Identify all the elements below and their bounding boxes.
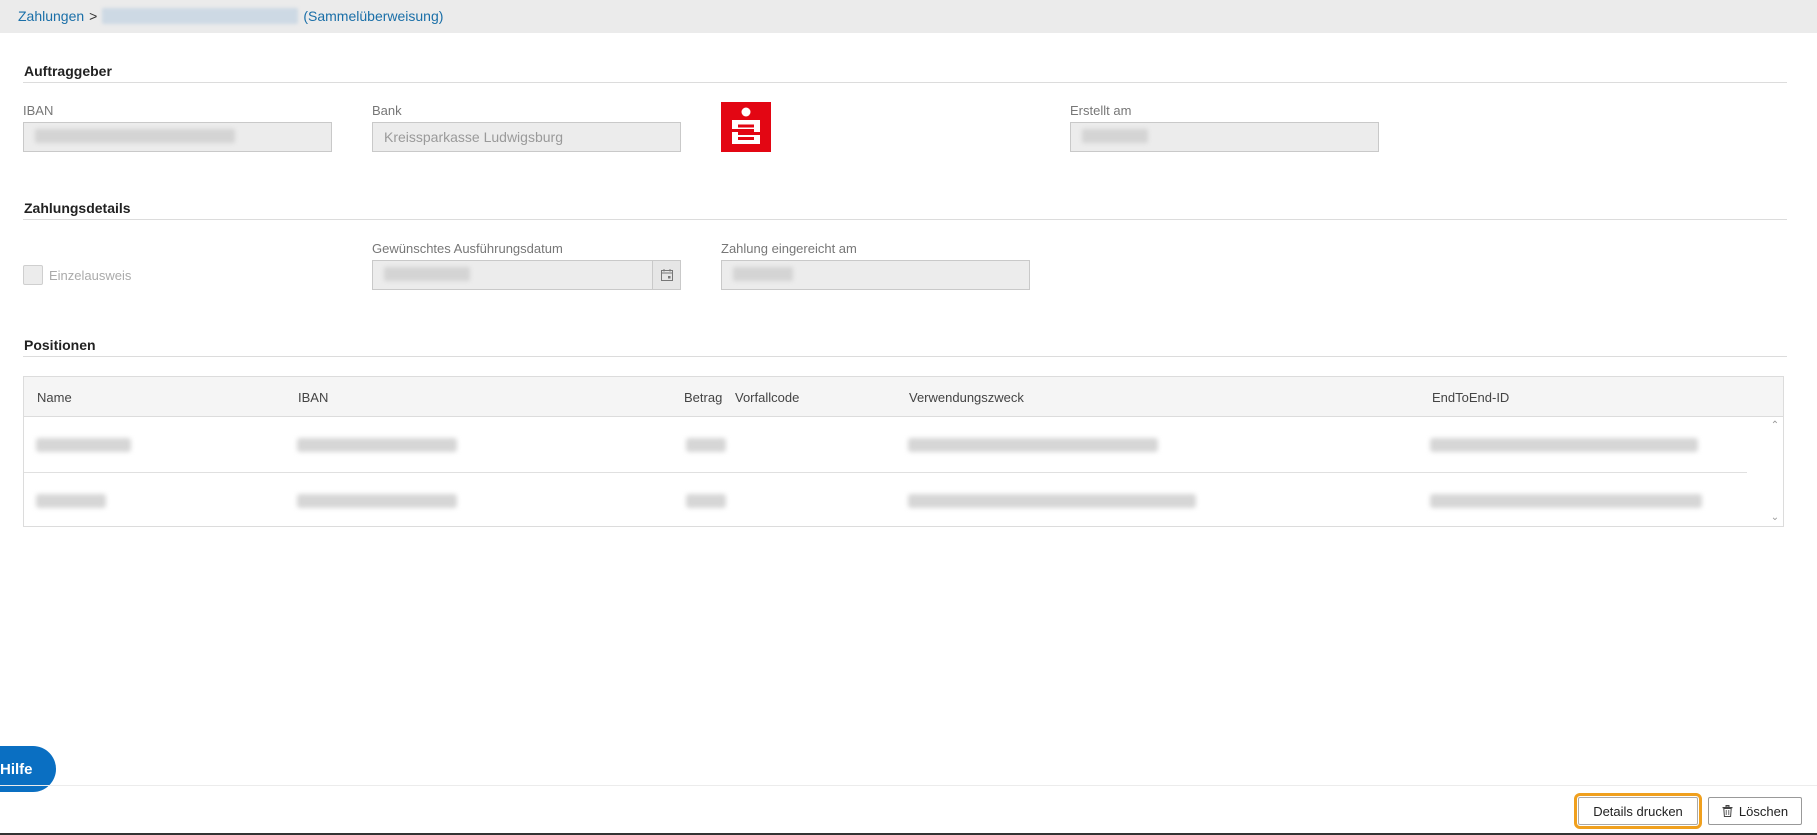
erstellt-value-redacted xyxy=(1082,129,1148,143)
cell-betrag-redacted xyxy=(686,494,726,508)
ausfuehrungsdatum-value-redacted xyxy=(384,267,470,281)
cell-name-redacted xyxy=(36,494,106,508)
cell-verwendungszweck-redacted xyxy=(908,438,1158,452)
breadcrumb-separator: > xyxy=(89,8,98,24)
einzelausweis-checkbox[interactable] xyxy=(23,265,43,285)
positionen-table: Name IBAN Betrag Vorfallcode Verwendungs… xyxy=(23,376,1784,527)
cell-verwendungszweck-redacted xyxy=(908,494,1196,508)
erstellt-field xyxy=(1070,122,1379,152)
section-divider xyxy=(23,356,1787,357)
erstellt-label: Erstellt am xyxy=(1070,103,1132,118)
column-header-betrag[interactable]: Betrag xyxy=(684,390,722,405)
iban-value-redacted xyxy=(35,129,235,143)
scroll-down-icon[interactable]: ⌄ xyxy=(1769,512,1781,524)
table-row[interactable] xyxy=(24,418,1747,473)
section-divider xyxy=(23,82,1787,83)
print-details-button[interactable]: Details drucken xyxy=(1574,793,1702,829)
table-header: Name IBAN Betrag Vorfallcode Verwendungs… xyxy=(24,377,1783,417)
delete-button[interactable]: Löschen xyxy=(1708,797,1802,825)
column-header-vorfallcode[interactable]: Vorfallcode xyxy=(735,390,799,405)
ausfuehrungsdatum-label: Gewünschtes Ausführungsdatum xyxy=(372,241,563,256)
eingereicht-label: Zahlung eingereicht am xyxy=(721,241,857,256)
cell-endtoend-redacted xyxy=(1430,494,1702,508)
section-title-positionen: Positionen xyxy=(24,337,96,353)
breadcrumb-link-zahlungen[interactable]: Zahlungen xyxy=(18,8,84,24)
section-title-zahlungsdetails: Zahlungsdetails xyxy=(24,200,131,216)
iban-field xyxy=(23,122,332,152)
table-row[interactable] xyxy=(24,474,1747,529)
cell-iban-redacted xyxy=(297,438,457,452)
bank-field: Kreissparkasse Ludwigsburg xyxy=(372,122,681,152)
sparkasse-logo-icon xyxy=(721,102,771,152)
column-header-iban[interactable]: IBAN xyxy=(298,390,328,405)
eingereicht-value-redacted xyxy=(733,267,793,281)
column-header-name[interactable]: Name xyxy=(37,390,72,405)
iban-label: IBAN xyxy=(23,103,54,118)
breadcrumb-payment-name-redacted[interactable] xyxy=(102,8,299,24)
section-title-auftraggeber: Auftraggeber xyxy=(24,63,112,79)
einzelausweis-checkbox-group: Einzelausweis xyxy=(23,265,131,285)
breadcrumb: Zahlungen > (Sammelüberweisung) xyxy=(18,8,443,24)
cell-name-redacted xyxy=(36,438,131,452)
column-header-endtoend-id[interactable]: EndToEnd-ID xyxy=(1432,390,1509,405)
breadcrumb-bar: Zahlungen > (Sammelüberweisung) xyxy=(0,0,1817,33)
einzelausweis-label: Einzelausweis xyxy=(49,267,132,283)
scroll-up-icon[interactable]: ⌃ xyxy=(1769,420,1781,432)
cell-iban-redacted xyxy=(297,494,457,508)
calendar-icon[interactable] xyxy=(652,261,680,289)
table-scrollbar[interactable]: ⌃ ⌄ xyxy=(1767,418,1783,526)
bank-label: Bank xyxy=(372,103,402,118)
ausfuehrungsdatum-field xyxy=(372,260,681,290)
delete-button-label: Löschen xyxy=(1738,803,1789,819)
trash-icon xyxy=(1722,805,1733,817)
cell-betrag-redacted xyxy=(686,438,726,452)
section-divider xyxy=(23,219,1787,220)
footer-divider xyxy=(0,785,1817,786)
eingereicht-field xyxy=(721,260,1030,290)
column-header-verwendungszweck[interactable]: Verwendungszweck xyxy=(909,390,1024,405)
breadcrumb-payment-type[interactable]: (Sammelüberweisung) xyxy=(303,8,443,24)
cell-endtoend-redacted xyxy=(1430,438,1698,452)
